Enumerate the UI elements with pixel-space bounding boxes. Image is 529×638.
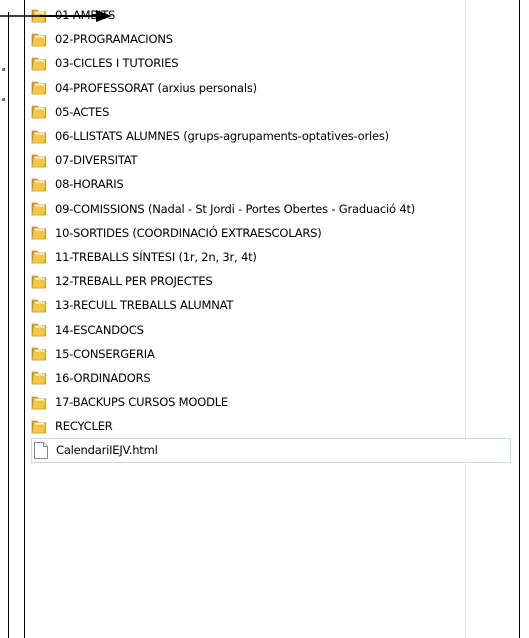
item-label: 03-CICLES I TUTORIES: [55, 56, 179, 71]
item-label: 10-SORTIDES (COORDINACIÓ EXTRAESCOLARS): [55, 225, 322, 240]
item-label: 07-DIVERSITAT: [55, 153, 138, 168]
item-label: 14-ESCANDOCS: [55, 322, 144, 337]
item-label: 16-ORDINADORS: [55, 370, 151, 385]
document-icon: [34, 441, 48, 459]
folder-icon: [31, 130, 47, 143]
folder-item[interactable]: 15-CONSERGERIA: [31, 342, 511, 366]
folder-item[interactable]: 08-HORARIS: [31, 172, 511, 196]
folder-icon: [31, 347, 47, 361]
tick-mark: [2, 68, 5, 71]
folder-icon: [31, 372, 47, 385]
item-label: 06-LLISTATS ALUMNES (grups-agrupaments-o…: [55, 129, 389, 144]
item-label: 17-BACKUPS CURSOS MOODLE: [55, 395, 228, 410]
folder-icon: [31, 323, 47, 337]
item-label: 15-CONSERGERIA: [55, 346, 155, 361]
tick-mark: [2, 98, 5, 101]
folder-icon: [31, 81, 47, 95]
folder-icon: [31, 57, 47, 71]
left-frame-border: [0, 0, 25, 638]
item-label: 13-RECULL TREBALLS ALUMNAT: [55, 298, 234, 313]
item-label: CalendariIEJV.html: [56, 443, 158, 458]
folder-item[interactable]: 11-TREBALLS SÍNTESI (1r, 2n, 3r, 4t): [31, 245, 511, 269]
folder-icon: [31, 299, 47, 313]
folder-item[interactable]: 03-CICLES I TUTORIES: [31, 51, 511, 75]
folder-icon: [31, 251, 47, 264]
folder-item[interactable]: 04-PROFESSORAT (arxius personals): [31, 76, 511, 100]
file-list-pane: 01-AMBITS02-PROGRAMACIONS03-CICLES I TUT…: [25, 0, 519, 638]
item-label: 11-TREBALLS SÍNTESI (1r, 2n, 3r, 4t): [55, 249, 257, 264]
annotation-vertical-line: [8, 12, 23, 638]
folder-item[interactable]: 16-ORDINADORS: [31, 366, 511, 390]
folder-item[interactable]: 14-ESCANDOCS: [31, 317, 511, 341]
folder-item[interactable]: RECYCLER: [31, 414, 511, 438]
folder-icon: [31, 33, 47, 47]
folder-item[interactable]: 12-TREBALL PER PROJECTES: [31, 269, 511, 293]
folder-item[interactable]: 07-DIVERSITAT: [31, 148, 511, 172]
folder-item[interactable]: 05-ACTES: [31, 100, 511, 124]
right-frame-border: [519, 0, 529, 638]
folder-icon: [31, 275, 47, 288]
folder-icon: [31, 420, 47, 434]
folder-item[interactable]: 13-RECULL TREBALLS ALUMNAT: [31, 293, 511, 317]
file-list: 01-AMBITS02-PROGRAMACIONS03-CICLES I TUT…: [31, 3, 511, 463]
file-item[interactable]: CalendariIEJV.html: [31, 438, 511, 463]
item-label: 05-ACTES: [55, 104, 110, 119]
item-label: 09-COMISSIONS (Nadal - St Jordi - Portes…: [55, 201, 416, 216]
annotation-arrow: [0, 10, 112, 22]
folder-icon: [31, 154, 47, 168]
item-label: RECYCLER: [55, 419, 113, 434]
item-label: 08-HORARIS: [55, 177, 124, 192]
item-label: 04-PROFESSORAT (arxius personals): [55, 80, 257, 95]
folder-icon: [31, 226, 47, 240]
folder-icon: [31, 202, 47, 216]
folder-icon: [31, 396, 47, 409]
item-label: 12-TREBALL PER PROJECTES: [55, 274, 213, 289]
folder-item[interactable]: 02-PROGRAMACIONS: [31, 27, 511, 51]
folder-item[interactable]: 17-BACKUPS CURSOS MOODLE: [31, 390, 511, 414]
folder-icon: [31, 106, 47, 119]
folder-item[interactable]: 06-LLISTATS ALUMNES (grups-agrupaments-o…: [31, 124, 511, 148]
folder-item[interactable]: 09-COMISSIONS (Nadal - St Jordi - Portes…: [31, 197, 511, 221]
folder-item[interactable]: 10-SORTIDES (COORDINACIÓ EXTRAESCOLARS): [31, 221, 511, 245]
item-label: 02-PROGRAMACIONS: [55, 32, 173, 47]
folder-icon: [31, 178, 47, 192]
